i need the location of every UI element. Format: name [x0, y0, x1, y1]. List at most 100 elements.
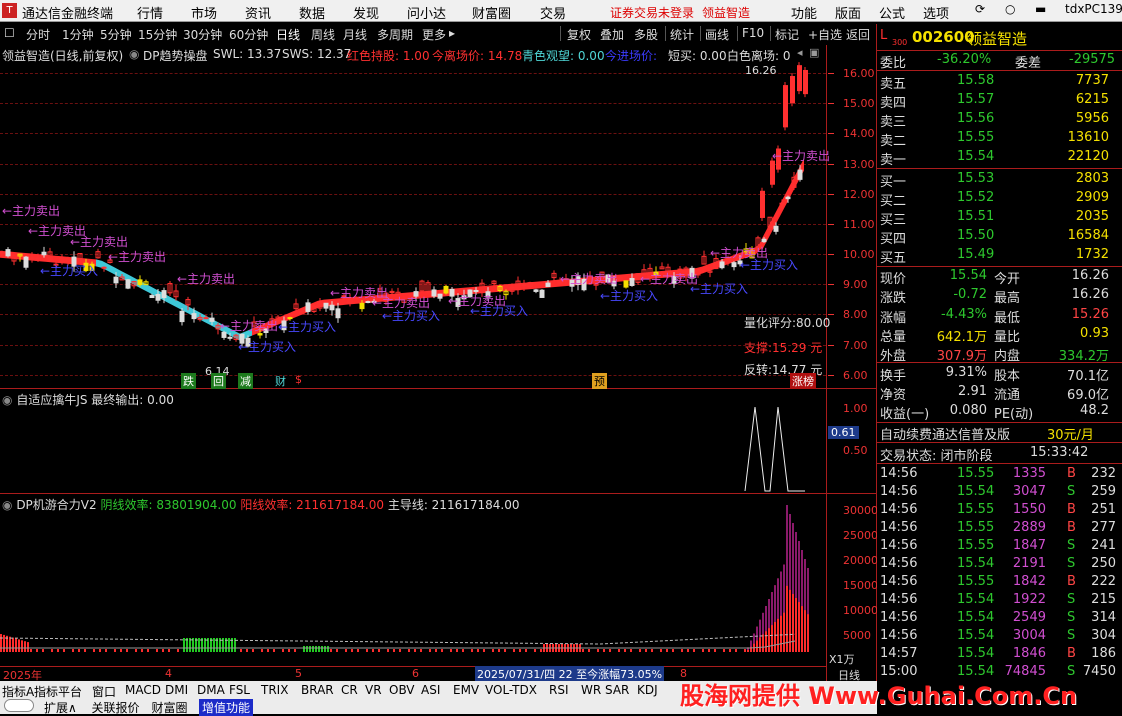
quote-row[interactable]: 14:56 15.54 3004 S 304: [877, 627, 1122, 646]
indicator-tab[interactable]: SAR: [605, 683, 629, 697]
chevron-down-icon[interactable]: ◉: [129, 47, 139, 61]
menu-options[interactable]: 选项: [923, 3, 949, 22]
period-30min[interactable]: 30分钟: [183, 26, 222, 43]
quote-row[interactable]: 净资 2.91 流通 69.0亿: [877, 383, 1122, 403]
indicator-tab[interactable]: DMA: [197, 683, 225, 697]
multi-stock-button[interactable]: 多股: [634, 26, 658, 43]
marker-drop[interactable]: 跌: [181, 373, 196, 389]
stats-button[interactable]: 统计: [670, 26, 694, 43]
quote-row[interactable]: 外盘 307.9万 内盘 334.2万: [877, 344, 1122, 364]
menu-market[interactable]: 市场: [191, 3, 217, 22]
period-1min[interactable]: 1分钟: [62, 26, 94, 43]
period-5min[interactable]: 5分钟: [100, 26, 132, 43]
stock-name[interactable]: 领益智造: [967, 28, 1027, 49]
back-button[interactable]: 返回: [846, 26, 870, 43]
period-weekly[interactable]: 周线: [311, 26, 335, 43]
f10-button[interactable]: F10: [742, 26, 764, 40]
menu-layout[interactable]: 版面: [835, 3, 861, 22]
quote-row[interactable]: 现价 15.54 今开 16.26: [877, 267, 1122, 287]
extension-tab[interactable]: 扩展∧: [44, 699, 77, 716]
quote-row[interactable]: 14:56 15.55 1335 B 232: [877, 465, 1122, 484]
ad-price[interactable]: 30元/月: [1047, 424, 1094, 443]
quote-row[interactable]: 换手 9.31% 股本 70.1亿: [877, 364, 1122, 384]
indicator-tab[interactable]: BRAR: [301, 683, 334, 697]
chevron-down-icon[interactable]: ▸: [449, 26, 455, 40]
period-60min[interactable]: 60分钟: [229, 26, 268, 43]
marker-back[interactable]: 回: [211, 373, 226, 389]
stock-code[interactable]: 002600: [912, 28, 975, 46]
indicator-tab[interactable]: DMI: [165, 683, 188, 697]
quote-row[interactable]: 收益(一) 0.080 PE(动) 48.2: [877, 402, 1122, 422]
indicator-tab[interactable]: VR: [365, 683, 382, 697]
expand-icon[interactable]: ◂: [797, 46, 803, 59]
mark-button[interactable]: 标记: [775, 26, 799, 43]
quote-row[interactable]: 卖四 15.57 6215: [877, 91, 1122, 111]
quote-row[interactable]: 14:56 15.55 1550 B 251: [877, 501, 1122, 520]
overlay-button[interactable]: 叠加: [600, 26, 624, 43]
period-15min[interactable]: 15分钟: [138, 26, 177, 43]
add-favorite-button[interactable]: +自选: [808, 26, 842, 43]
indicator-tab[interactable]: MACD: [125, 683, 161, 697]
marker-finance[interactable]: 财: [275, 373, 286, 389]
quote-row[interactable]: 14:56 15.54 1922 S 215: [877, 591, 1122, 610]
checkbox-icon[interactable]: ☐: [4, 26, 15, 40]
quote-row[interactable]: 买三 15.51 2035: [877, 208, 1122, 228]
indicator-tab[interactable]: 窗口: [92, 683, 116, 700]
menu-discover[interactable]: 发现: [353, 3, 379, 22]
quote-row[interactable]: 14:57 15.54 1846 B 186: [877, 645, 1122, 664]
adjust-button[interactable]: 复权: [567, 26, 591, 43]
indicator-tab[interactable]: FSL: [229, 683, 250, 697]
indicator1-chart[interactable]: [0, 390, 826, 493]
extension-tab[interactable]: 增值功能: [199, 699, 254, 716]
period-daily[interactable]: 日线: [276, 26, 300, 43]
indicator-tab[interactable]: RSI: [549, 683, 569, 697]
settings-icon[interactable]: ▣: [809, 46, 819, 59]
quote-row[interactable]: 买四 15.50 16584: [877, 227, 1122, 247]
menu-wealth-circle[interactable]: 财富圈: [472, 3, 511, 22]
marker-reduce[interactable]: 减: [238, 373, 253, 389]
stock-quick-link[interactable]: 领益智造: [702, 4, 750, 21]
toggle-switch[interactable]: [4, 699, 34, 712]
quote-row[interactable]: 14:56 15.55 1847 S 241: [877, 537, 1122, 556]
quote-row[interactable]: 14:56 15.55 1842 B 222: [877, 573, 1122, 592]
indicator-tab[interactable]: TRIX: [261, 683, 288, 697]
indicator-tab[interactable]: OBV: [389, 683, 415, 697]
indicator-tab[interactable]: CR: [341, 683, 358, 697]
extension-tab[interactable]: 关联报价: [92, 699, 140, 716]
marker-top-gainers[interactable]: 涨榜: [790, 373, 816, 389]
marker-forecast[interactable]: 预: [592, 373, 607, 389]
quote-row[interactable]: 涨跌 -0.72 最高 16.26: [877, 286, 1122, 306]
period-more[interactable]: 更多: [422, 26, 446, 43]
indicator-tab[interactable]: KDJ: [637, 683, 658, 697]
quote-row[interactable]: 买二 15.52 2909: [877, 189, 1122, 209]
period-time-share[interactable]: 分时: [26, 26, 50, 43]
indicator-tab[interactable]: VOL-TDX: [485, 683, 537, 697]
quote-row[interactable]: 14:56 15.54 2549 S 314: [877, 609, 1122, 628]
indicator2-chart[interactable]: [0, 495, 826, 667]
period-multi[interactable]: 多周期: [377, 26, 413, 43]
indicator-tab[interactable]: 指标A: [2, 683, 34, 700]
pin-icon[interactable]: ○: [1005, 2, 1015, 16]
menu-formula[interactable]: 公式: [879, 3, 905, 22]
menu-news[interactable]: 资讯: [245, 3, 271, 22]
candlestick-chart[interactable]: [0, 62, 826, 388]
indicator-tab[interactable]: ASI: [421, 683, 440, 697]
indicator-tab[interactable]: WR: [581, 683, 601, 697]
menu-trade[interactable]: 交易: [540, 3, 566, 22]
quote-row[interactable]: 卖五 15.58 7737: [877, 72, 1122, 92]
ad-text[interactable]: 自动续费通达信普及版: [880, 424, 1010, 443]
quote-row[interactable]: 卖二 15.55 13610: [877, 129, 1122, 149]
quote-row[interactable]: 14:56 15.54 2191 S 250: [877, 555, 1122, 574]
quote-row[interactable]: 涨幅 -4.43% 最低 15.26: [877, 306, 1122, 326]
minimize-icon[interactable]: ▬: [1035, 2, 1046, 16]
period-monthly[interactable]: 月线: [343, 26, 367, 43]
extension-tab[interactable]: 财富圈: [152, 699, 188, 716]
menu-quotes[interactable]: 行情: [137, 3, 163, 22]
quote-row[interactable]: 卖三 15.56 5956: [877, 110, 1122, 130]
quote-row[interactable]: 买五 15.49 1732: [877, 246, 1122, 266]
login-warning[interactable]: 证券交易未登录: [610, 4, 694, 21]
quote-row[interactable]: 卖一 15.54 22120: [877, 148, 1122, 168]
quote-row[interactable]: 买一 15.53 2803: [877, 170, 1122, 190]
menu-function[interactable]: 功能: [791, 3, 817, 22]
menu-data[interactable]: 数据: [299, 3, 325, 22]
